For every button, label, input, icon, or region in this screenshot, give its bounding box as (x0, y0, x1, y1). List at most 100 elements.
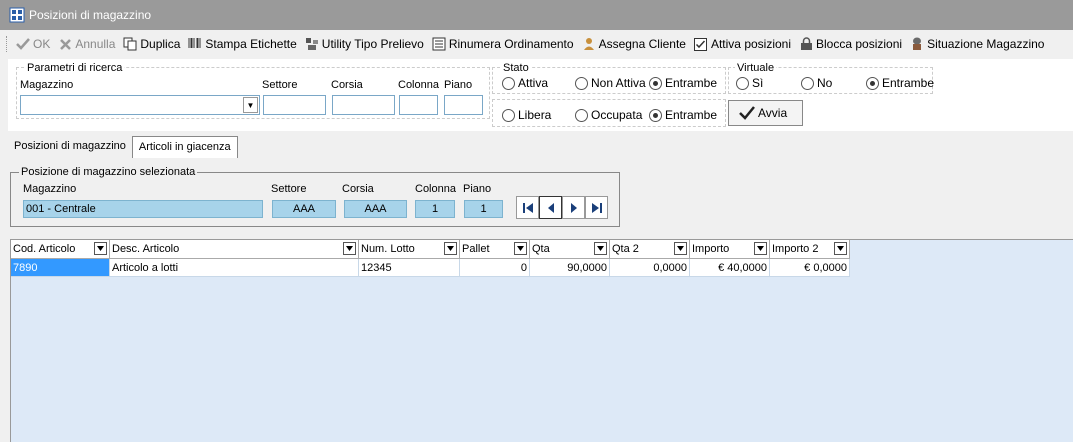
cell-qta-2[interactable]: 0,0000 (610, 259, 690, 277)
chevron-down-icon[interactable]: ▼ (243, 97, 258, 113)
filter-dropdown-icon[interactable] (754, 242, 767, 255)
stato-non-attiva-radio[interactable]: Non Attiva (575, 76, 646, 90)
radio-selected-icon (866, 76, 879, 90)
column-label: Qta 2 (612, 243, 639, 255)
radio-selected-icon (649, 108, 662, 122)
situazione-magazzino-label: Situazione Magazzino (927, 37, 1045, 51)
corsia-label: Corsia (331, 79, 363, 91)
radio-icon (736, 76, 749, 90)
toolbar-grip[interactable] (6, 36, 9, 52)
selected-position-label: Posizione di magazzino selezionata (19, 166, 198, 178)
check-icon (739, 106, 755, 120)
virtuale-no-radio[interactable]: No (801, 76, 832, 90)
radio-icon (801, 76, 814, 90)
virtuale-no-label: No (817, 76, 833, 90)
tab-articoli-in-giacenza[interactable]: Articoli in giacenza (131, 136, 238, 158)
duplica-button[interactable]: Duplica (122, 36, 180, 52)
virtuale-entrambe-radio[interactable]: Entrambe (866, 76, 934, 90)
column-header-qta[interactable]: Qta (530, 240, 610, 259)
filter-dropdown-icon[interactable] (94, 242, 107, 255)
parametri-ricerca-label: Parametri di ricerca (25, 62, 125, 74)
column-header-cod-articolo[interactable]: Cod. Articolo (11, 240, 110, 259)
stampa-etichette-button[interactable]: Stampa Etichette (187, 36, 297, 52)
ok-button[interactable]: OK (15, 36, 50, 52)
settore-label: Settore (262, 79, 298, 91)
blocca-posizioni-button[interactable]: Blocca posizioni (798, 36, 902, 52)
articoli-grid: Cod. Articolo Desc. Articolo Num. Lotto … (10, 239, 1073, 442)
rinumera-ordinamento-button[interactable]: Rinumera Ordinamento (431, 36, 574, 52)
virtuale-label: Virtuale (735, 62, 777, 74)
cell-qta[interactable]: 90,0000 (530, 259, 610, 277)
filter-dropdown-icon[interactable] (594, 242, 607, 255)
filter-dropdown-icon[interactable] (514, 242, 527, 255)
utility-tipo-prelievo-label: Utility Tipo Prelievo (321, 37, 424, 51)
stato-occupata-radio[interactable]: Occupata (575, 108, 642, 122)
stato-libera-radio[interactable]: Libera (502, 108, 551, 122)
first-record-button[interactable] (516, 196, 539, 219)
copy-icon (122, 36, 138, 52)
tab-posizioni-di-magazzino[interactable]: Posizioni di magazzino (8, 136, 132, 158)
sel-colonna-value: 1 (415, 200, 455, 218)
grid-header: Cod. Articolo Desc. Articolo Num. Lotto … (11, 240, 850, 259)
last-record-button[interactable] (585, 196, 608, 219)
situazione-magazzino-button[interactable]: Situazione Magazzino (909, 36, 1044, 52)
column-header-desc-articolo[interactable]: Desc. Articolo (110, 240, 359, 259)
filter-dropdown-icon[interactable] (444, 242, 457, 255)
stato-entrambe-radio[interactable]: Entrambe (649, 76, 717, 90)
previous-record-button[interactable] (539, 196, 562, 219)
title-bar: Posizioni di magazzino (0, 0, 1073, 30)
sel-settore-value: AAA (272, 200, 336, 218)
corsia-input[interactable] (332, 95, 395, 115)
stato-libera-label: Libera (518, 108, 552, 122)
avvia-button[interactable]: Avvia (728, 100, 803, 126)
piano-input[interactable] (444, 95, 483, 115)
check-icon (15, 36, 31, 52)
cell-cod-articolo[interactable]: 7890 (11, 259, 110, 277)
column-label: Cod. Articolo (13, 243, 76, 255)
stato-non-attiva-label: Non Attiva (591, 76, 646, 90)
filter-dropdown-icon[interactable] (834, 242, 847, 255)
assegna-cliente-button[interactable]: Assegna Cliente (581, 36, 686, 52)
annulla-button[interactable]: Annulla (57, 36, 115, 52)
settore-input[interactable] (263, 95, 326, 115)
person-icon (581, 36, 597, 52)
cell-importo[interactable]: € 40,0000 (690, 259, 770, 277)
column-header-qta-2[interactable]: Qta 2 (610, 240, 690, 259)
colonna-input[interactable] (399, 95, 438, 115)
sel-magazzino-value: 001 - Centrale (23, 200, 263, 218)
stato-label: Stato (501, 62, 531, 74)
cell-pallet[interactable]: 0 (460, 259, 530, 277)
sel-piano-value: 1 (464, 200, 503, 218)
piano-label: Piano (444, 79, 473, 91)
cell-desc-articolo[interactable]: Articolo a lotti (110, 259, 359, 277)
annulla-label: Annulla (75, 37, 116, 51)
column-header-pallet[interactable]: Pallet (460, 240, 530, 259)
next-icon (570, 202, 577, 213)
column-header-importo[interactable]: Importo (690, 240, 770, 259)
filter-dropdown-icon[interactable] (674, 242, 687, 255)
radio-selected-icon (649, 76, 662, 90)
stato-attiva-radio[interactable]: Attiva (502, 76, 548, 90)
selected-position-group: Posizione di magazzino selezionata Magaz… (10, 166, 620, 227)
radio-icon (575, 108, 588, 122)
stampa-etichette-label: Stampa Etichette (205, 37, 297, 51)
virtuale-entrambe-label: Entrambe (882, 76, 935, 90)
utility-tipo-prelievo-button[interactable]: Utility Tipo Prelievo (304, 36, 424, 52)
table-row[interactable]: 7890 Articolo a lotti 12345 0 90,0000 0,… (11, 259, 850, 277)
magazzino-combo[interactable]: ▼ (20, 95, 260, 115)
cell-importo-2[interactable]: € 0,0000 (770, 259, 850, 277)
assegna-cliente-label: Assegna Cliente (598, 37, 686, 51)
next-record-button[interactable] (562, 196, 585, 219)
search-panel: Parametri di ricerca Magazzino ▼ Settore… (8, 59, 1073, 131)
stato-entrambe2-radio[interactable]: Entrambe (649, 108, 717, 122)
attiva-posizioni-button[interactable]: Attiva posizioni (693, 36, 791, 52)
virtuale-si-radio[interactable]: Sì (736, 76, 763, 90)
stato-entrambe2-label: Entrambe (665, 108, 718, 122)
window-title: Posizioni di magazzino (29, 8, 152, 22)
column-header-importo-2[interactable]: Importo 2 (770, 240, 850, 259)
column-label: Importo (692, 243, 730, 255)
filter-dropdown-icon[interactable] (343, 242, 356, 255)
stato-entrambe-label: Entrambe (665, 76, 718, 90)
column-header-num-lotto[interactable]: Num. Lotto (359, 240, 460, 259)
cell-num-lotto[interactable]: 12345 (359, 259, 460, 277)
